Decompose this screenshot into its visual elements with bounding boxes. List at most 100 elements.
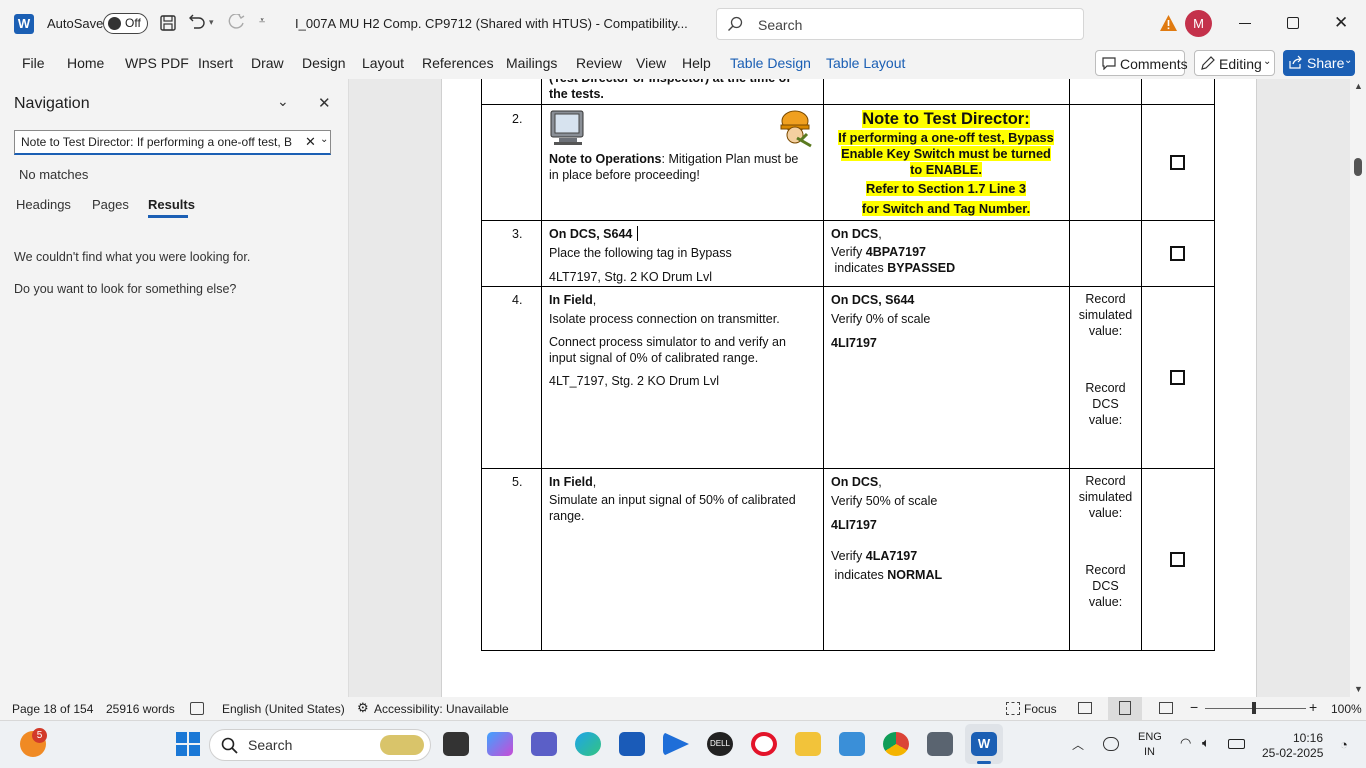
print-layout-icon[interactable] <box>1119 701 1131 715</box>
word-count[interactable]: 25916 words <box>106 702 175 716</box>
file-explorer-icon[interactable] <box>795 732 821 756</box>
zoom-slider-thumb[interactable] <box>1252 702 1256 714</box>
language-line1[interactable]: ENG <box>1138 731 1162 743</box>
autosave-toggle[interactable]: Off <box>103 13 148 34</box>
tab-file[interactable]: File <box>22 55 45 71</box>
row3-verify-comma: , <box>878 227 882 241</box>
zoom-in-icon[interactable]: + <box>1309 699 1317 715</box>
nav-search-input[interactable]: Note to Test Director: If performing a o… <box>14 130 331 155</box>
row3-checkbox[interactable] <box>1170 246 1185 261</box>
row4-action-line4: input signal of 0% of calibrated range. <box>549 351 759 365</box>
language-line2[interactable]: IN <box>1144 746 1155 758</box>
row5-verify-line2: Verify 50% of scale <box>831 494 938 508</box>
tab-review[interactable]: Review <box>576 55 622 71</box>
nav-options-chevron-icon[interactable]: ⌄ <box>277 93 289 110</box>
notifications-bell-icon[interactable]: ◔ <box>1340 737 1348 752</box>
web-layout-icon[interactable] <box>1159 702 1173 714</box>
tab-table-layout[interactable]: Table Layout <box>826 55 905 71</box>
row5-number: 5. <box>512 475 523 489</box>
scrollbar-thumb[interactable] <box>1354 158 1362 176</box>
row5-verify-tag: 4LA7197 <box>865 549 918 563</box>
row3-verify-prefix: Verify <box>831 245 866 259</box>
undo-icon[interactable] <box>188 14 206 32</box>
tab-wps-pdf[interactable]: WPS PDF <box>125 55 189 71</box>
accessibility-status[interactable]: Accessibility: Unavailable <box>374 702 509 716</box>
teams-icon[interactable] <box>531 732 557 756</box>
tab-layout[interactable]: Layout <box>362 55 404 71</box>
word-logo-icon: W <box>14 14 34 34</box>
comments-button[interactable]: Comments <box>1095 50 1188 76</box>
tab-draw[interactable]: Draw <box>251 55 284 71</box>
zoom-out-icon[interactable]: − <box>1190 699 1198 715</box>
scroll-up-icon[interactable]: ▲ <box>1354 81 1363 91</box>
taskbar-search-icon <box>221 737 238 754</box>
row4-checkbox[interactable] <box>1170 370 1185 385</box>
focus-icon <box>1006 702 1020 715</box>
search-options-chevron-icon[interactable]: ⌄ <box>320 134 328 145</box>
nav-tab-results[interactable]: Results <box>148 197 195 212</box>
undo-dropdown-icon[interactable]: ▾ <box>209 17 214 28</box>
proofing-icon[interactable] <box>190 702 204 715</box>
search-box[interactable]: Search <box>716 8 1084 40</box>
windows-start-icon[interactable] <box>176 732 200 756</box>
active-indicator <box>977 761 991 764</box>
vertical-scrollbar[interactable]: ▲ ▼ <box>1350 79 1366 697</box>
row5-record-sim-line1: Record <box>1085 474 1126 488</box>
page-count[interactable]: Page 18 of 154 <box>12 702 93 716</box>
zoom-level[interactable]: 100% <box>1331 702 1362 716</box>
warning-icon[interactable] <box>1159 14 1178 32</box>
avatar[interactable]: M <box>1185 10 1212 37</box>
minimize-icon[interactable] <box>1239 23 1251 24</box>
row3-number: 3. <box>512 227 523 241</box>
edge-icon[interactable] <box>575 732 601 756</box>
photos-icon[interactable] <box>839 732 865 756</box>
battery-icon[interactable] <box>1228 739 1245 749</box>
volume-icon[interactable]: 🔈︎ <box>1202 735 1210 751</box>
row5-checkbox[interactable] <box>1170 552 1185 567</box>
row2-checkbox[interactable] <box>1170 155 1185 170</box>
row5-field-comma: , <box>592 475 597 489</box>
wifi-icon[interactable]: ◠ <box>1180 735 1191 751</box>
tab-home[interactable]: Home <box>67 55 104 71</box>
scroll-down-icon[interactable]: ▼ <box>1354 684 1363 694</box>
language-indicator[interactable]: English (United States) <box>222 702 345 716</box>
clock-date[interactable]: 25-02-2025 <box>1262 746 1323 760</box>
save-icon[interactable] <box>159 14 177 32</box>
restore-icon[interactable] <box>1287 17 1299 29</box>
tab-design[interactable]: Design <box>302 55 346 71</box>
taskbar-search[interactable]: Search <box>209 729 431 761</box>
read-mode-icon[interactable] <box>1078 702 1092 714</box>
dell-icon[interactable]: DELL <box>707 732 733 756</box>
clear-search-icon[interactable]: ✕ <box>305 134 316 150</box>
redo-icon[interactable] <box>227 14 245 32</box>
title-chevron-down-icon[interactable]: ⌄ <box>670 16 680 30</box>
tray-chevron-up-icon[interactable]: ︿ <box>1072 736 1084 753</box>
close-icon[interactable]: ✕ <box>1334 13 1348 33</box>
document-title[interactable]: I_007A MU H2 Comp. CP9712 (Shared with H… <box>295 16 688 31</box>
tab-help[interactable]: Help <box>682 55 711 71</box>
app-icon[interactable] <box>927 732 953 756</box>
store-icon[interactable] <box>619 732 645 756</box>
tab-view[interactable]: View <box>636 55 666 71</box>
row5-record-dcs-line3: value: <box>1088 595 1123 609</box>
tab-insert[interactable]: Insert <box>198 55 233 71</box>
nav-tab-pages[interactable]: Pages <box>92 197 129 212</box>
network-status-icon[interactable] <box>1103 737 1119 751</box>
opera-icon[interactable] <box>751 732 777 756</box>
tab-table-design[interactable]: Table Design <box>730 55 811 71</box>
chrome-icon[interactable] <box>883 732 909 756</box>
tab-mailings[interactable]: Mailings <box>506 55 557 71</box>
row3-verify-tag: 4BPA7197 <box>865 245 926 259</box>
copilot-icon[interactable] <box>487 732 513 756</box>
editing-mode-button[interactable]: Editing ⌄ <box>1194 50 1275 76</box>
row4-verify-line2: Verify 0% of scale <box>831 312 931 326</box>
share-button[interactable]: Share ⌄ <box>1283 50 1355 76</box>
focus-mode[interactable]: Focus <box>1024 702 1057 716</box>
clock-time[interactable]: 10:16 <box>1293 731 1323 745</box>
test-director-note-title: Note to Test Director: <box>862 110 1030 128</box>
nav-tab-headings[interactable]: Headings <box>16 197 71 212</box>
word-taskbar-icon[interactable]: W <box>971 732 997 756</box>
task-view-icon[interactable] <box>443 732 469 756</box>
customize-toolbar-icon[interactable]: ⩡ <box>259 15 265 28</box>
tab-references[interactable]: References <box>422 55 494 71</box>
